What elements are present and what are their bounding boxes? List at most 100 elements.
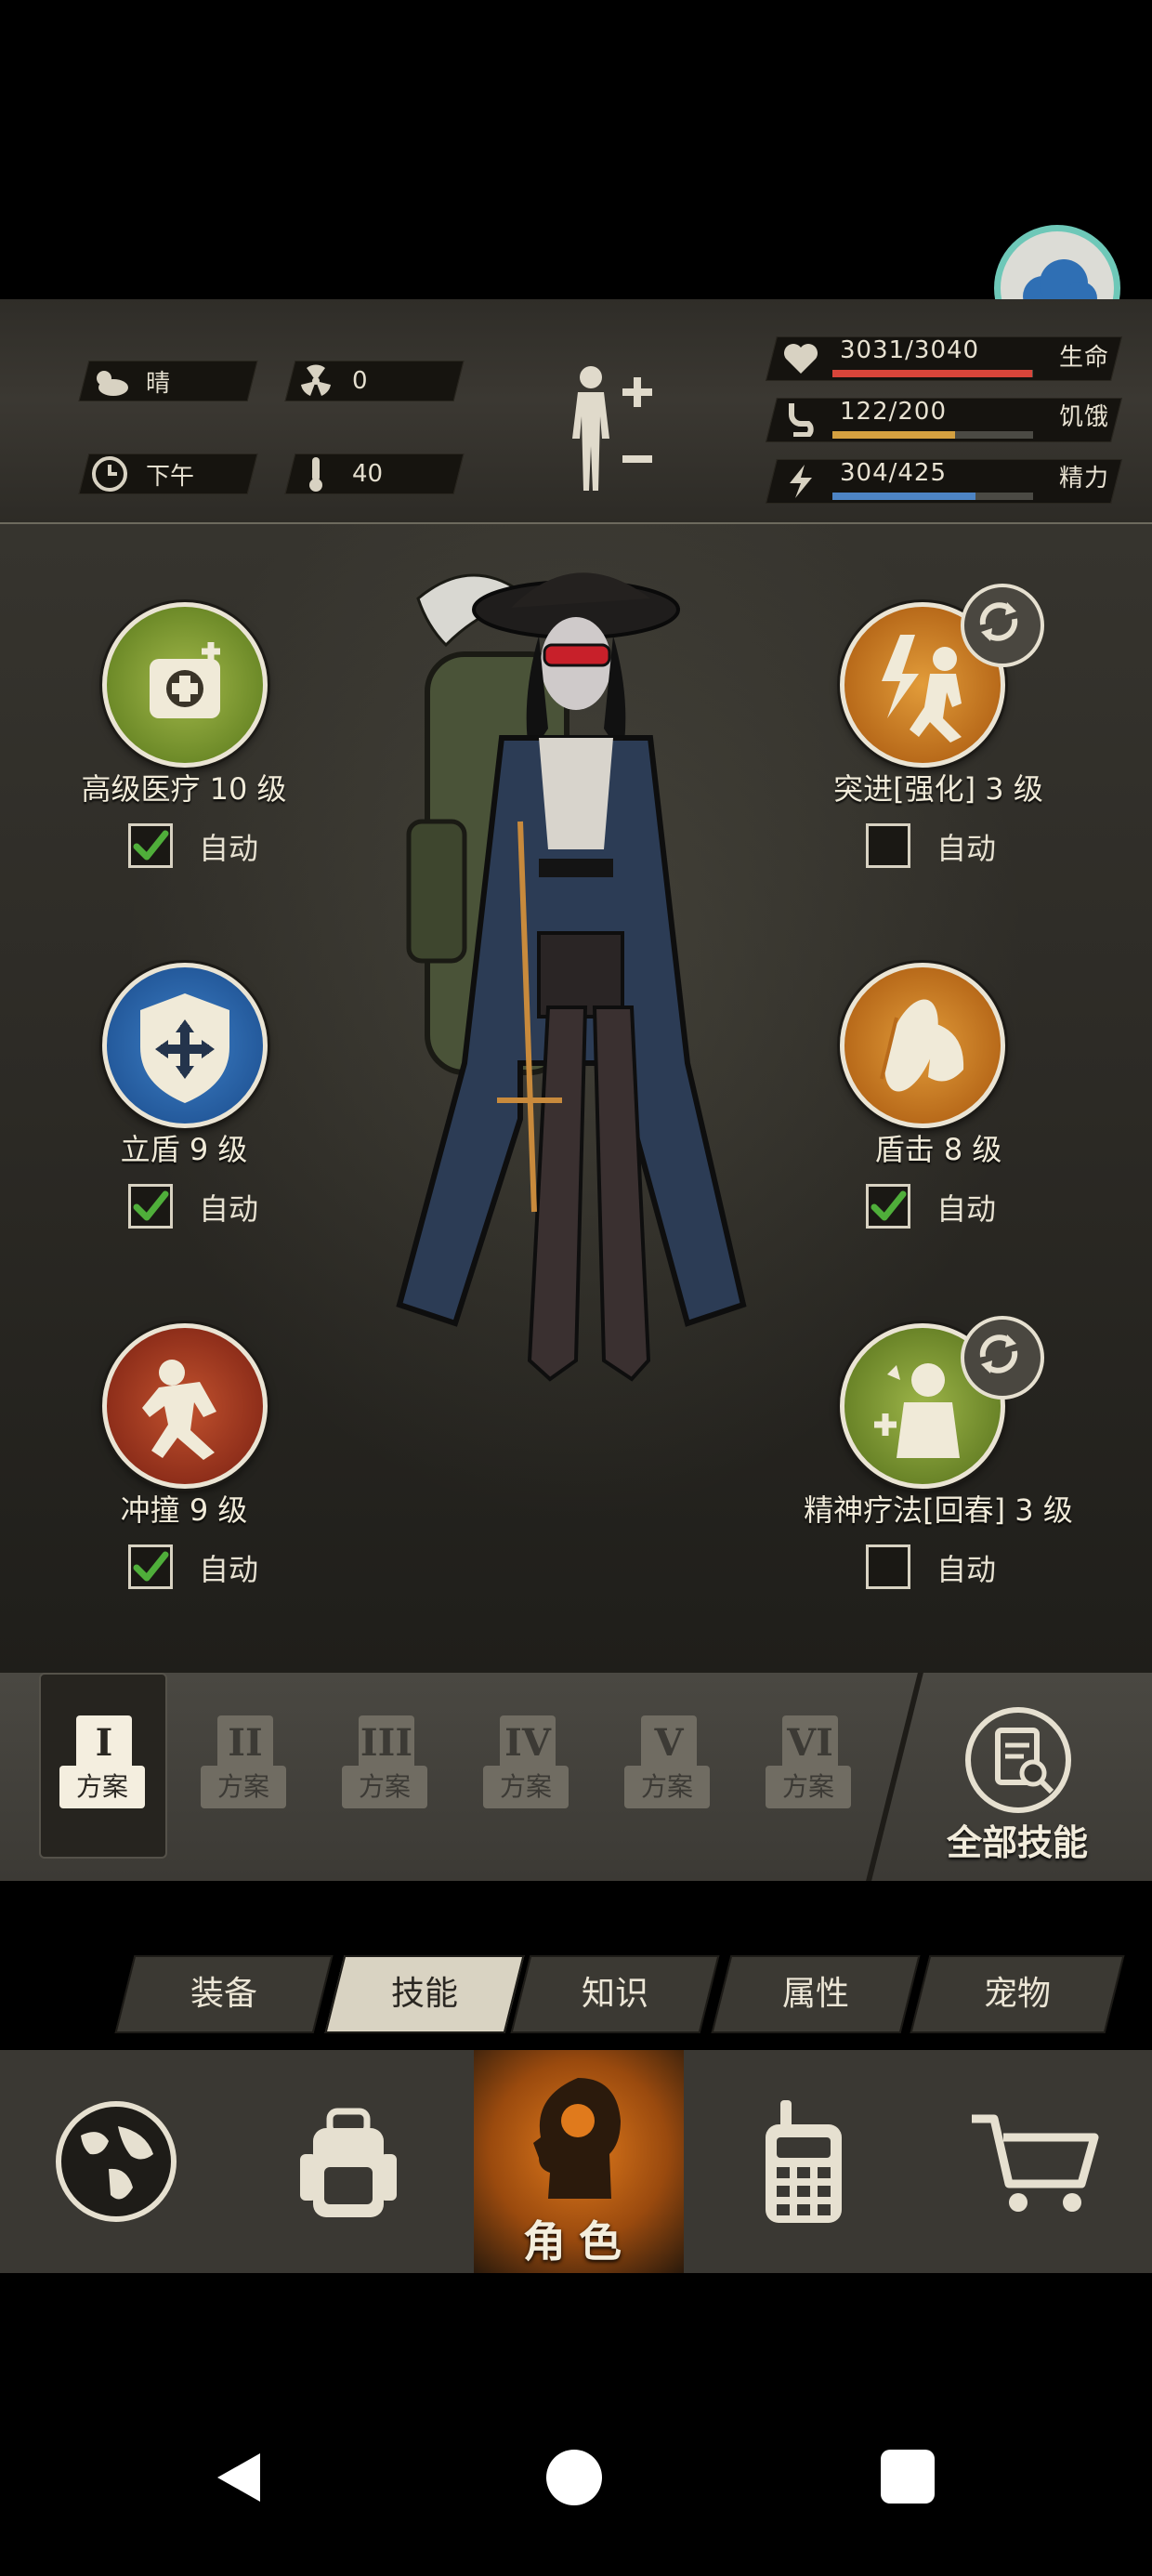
skill-panel: 高级医疗 10 级 自动 立盾 9 级 自动 冲撞 9 级 自动 突进[强化] …	[0, 524, 1152, 1675]
scheme-label: 方案	[766, 1766, 851, 1808]
weather-pill: 晴	[78, 361, 258, 401]
nav-radio-button[interactable]	[687, 2050, 920, 2273]
backpack-icon	[300, 2108, 397, 2217]
tab-2[interactable]: 技能	[324, 1955, 525, 2033]
health-bar	[832, 370, 1033, 377]
radiation-value: 0	[352, 367, 368, 395]
skill-name-shield-wall: 立盾 9 级	[120, 1132, 248, 1167]
all-skills-button[interactable]: 全部技能	[929, 1701, 1106, 1863]
home-button[interactable]	[546, 2450, 602, 2505]
body-status-button[interactable]	[554, 361, 665, 500]
auto-label: 自动	[936, 1191, 997, 1227]
nav-world-button[interactable]	[0, 2050, 232, 2273]
auto-checkbox-charge[interactable]	[128, 1544, 173, 1589]
enhanced-badge	[961, 584, 1044, 667]
auto-label: 自动	[936, 831, 997, 866]
back-triangle-icon	[217, 2453, 260, 2502]
bottom-navigation: 角色	[0, 2050, 1152, 2273]
skill-slot-charge[interactable]	[102, 1323, 268, 1489]
energy-bar	[832, 493, 1033, 500]
nav-backpack-button[interactable]	[232, 2050, 465, 2273]
auto-label: 自动	[199, 831, 259, 866]
scheme-numeral: V	[641, 1715, 697, 1771]
skill-slot-medical[interactable]	[102, 602, 268, 768]
auto-checkbox-psych-therapy[interactable]	[866, 1544, 910, 1589]
thermometer-icon	[309, 457, 322, 492]
energy-label: 精力	[1059, 465, 1110, 493]
cart-icon	[972, 2114, 1099, 2212]
tab-label: 装备	[190, 1975, 257, 2013]
tab-1[interactable]: 装备	[114, 1955, 334, 2033]
skill-name-dash: 突进[强化] 3 级	[833, 771, 1043, 807]
checkmark-icon	[133, 830, 169, 861]
nav-shop-button[interactable]	[920, 2050, 1152, 2273]
tab-label: 知识	[581, 1975, 648, 2013]
scheme-divider	[866, 1673, 923, 1881]
scheme-label: 方案	[483, 1766, 569, 1808]
tab-3[interactable]: 知识	[510, 1955, 720, 2033]
scheme-numeral: III	[359, 1715, 414, 1771]
scheme-bar: I 方案 II 方案 III 方案 IV 方案 V 方案 VI 方案 全部技能	[0, 1673, 1152, 1881]
document-search-icon	[965, 1707, 1071, 1813]
health-label: 生命	[1059, 344, 1110, 372]
auto-label: 自动	[199, 1191, 259, 1227]
scheme-label: 方案	[59, 1766, 145, 1808]
scheme-slot-6[interactable]: VI 方案	[762, 1710, 855, 1831]
refresh-icon	[979, 1334, 1018, 1373]
refresh-icon	[979, 602, 1018, 641]
auto-checkbox-dash[interactable]	[866, 823, 910, 868]
hunger-bar	[832, 431, 1033, 439]
scheme-numeral: VI	[782, 1715, 838, 1771]
auto-label: 自动	[199, 1552, 259, 1587]
scheme-slot-5[interactable]: V 方案	[621, 1710, 713, 1831]
scheme-slot-1[interactable]: I 方案	[56, 1710, 149, 1831]
hunger-value: 122/200	[840, 398, 948, 426]
time-of-day-text: 下午	[146, 462, 195, 491]
skill-slot-shield-wall[interactable]	[102, 963, 268, 1128]
radio-icon	[766, 2100, 842, 2223]
tab-label: 宠物	[983, 1975, 1051, 2013]
all-skills-label: 全部技能	[946, 1822, 1088, 1863]
hunger-label: 饥饿	[1059, 403, 1110, 431]
checkmark-icon	[133, 1551, 169, 1582]
scheme-slot-4[interactable]: IV 方案	[479, 1710, 572, 1831]
auto-checkbox-medical[interactable]	[128, 823, 173, 868]
checkmark-icon	[871, 1190, 907, 1221]
stomach-icon	[789, 403, 814, 437]
character-icon	[533, 2078, 621, 2199]
back-button[interactable]	[212, 2450, 268, 2505]
scheme-label: 方案	[201, 1766, 286, 1808]
checkmark-icon	[133, 1190, 169, 1221]
tab-label: 属性	[781, 1975, 849, 2013]
tab-label: 技能	[390, 1975, 458, 2013]
clock-icon	[92, 456, 127, 492]
auto-checkbox-shield-bash[interactable]	[866, 1184, 910, 1229]
shield-icon	[140, 993, 229, 1103]
skill-slot-shield-bash[interactable]	[840, 963, 1005, 1128]
medical-kit-icon	[150, 642, 220, 718]
recents-button[interactable]	[881, 2450, 935, 2504]
scheme-label: 方案	[342, 1766, 427, 1808]
skill-name-charge: 冲撞 9 级	[120, 1492, 248, 1528]
nav-character-button[interactable]: 角色	[474, 2050, 684, 2273]
scheme-label: 方案	[624, 1766, 710, 1808]
energy-value: 304/425	[840, 459, 948, 487]
status-header: 晴 0 下午 40 3031/3040 生命 122/200 饥饿 304/42…	[0, 299, 1152, 524]
body-figure-icon	[572, 366, 652, 491]
nav-character-label: 角色	[523, 2216, 635, 2267]
scheme-slot-2[interactable]: II 方案	[197, 1710, 290, 1831]
temperature-value: 40	[352, 460, 384, 488]
heart-icon	[784, 344, 818, 374]
auto-checkbox-shield-wall[interactable]	[128, 1184, 173, 1229]
skill-name-medical: 高级医疗 10 级	[81, 771, 287, 807]
radiation-pill: 0	[284, 361, 465, 401]
scheme-slot-3[interactable]: III 方案	[338, 1710, 431, 1831]
scheme-numeral: IV	[500, 1715, 556, 1771]
tab-5[interactable]: 宠物	[910, 1955, 1125, 2033]
skill-name-shield-bash: 盾击 8 级	[874, 1132, 1002, 1167]
sun-cloud-icon	[97, 371, 128, 396]
temperature-pill: 40	[284, 453, 465, 494]
globe-icon	[56, 2101, 177, 2222]
tab-4[interactable]: 属性	[711, 1955, 921, 2033]
android-navigation-bar	[0, 2416, 1152, 2576]
